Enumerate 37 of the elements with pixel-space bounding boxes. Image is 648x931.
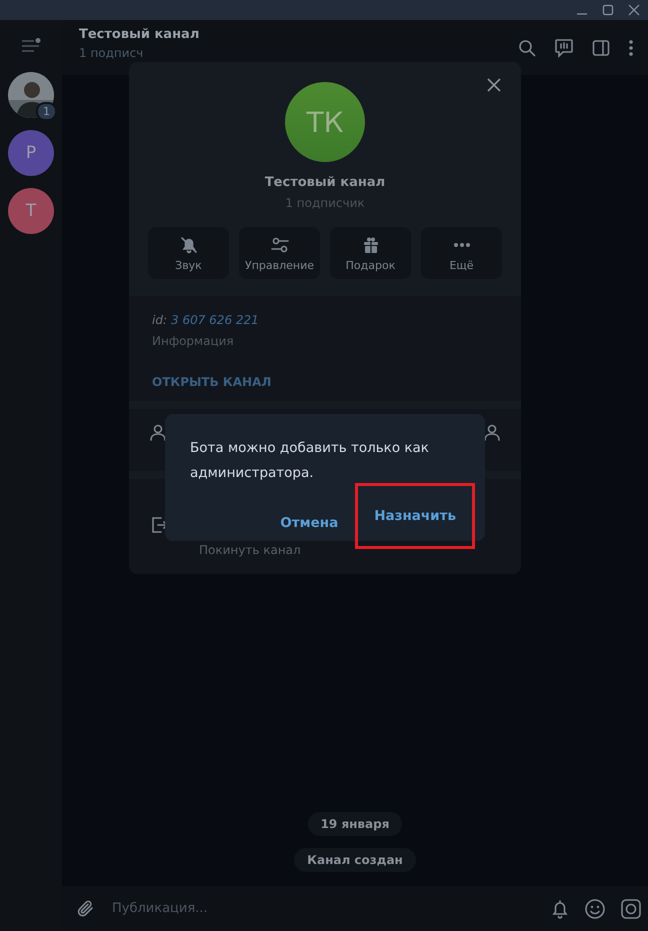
chat-subtitle: 1 подписч [79,46,144,60]
sliders-icon [270,234,290,254]
bell-icon[interactable] [550,898,570,918]
service-message: 19 января [308,812,402,836]
message-input[interactable]: Публикация... [110,900,536,917]
leave-channel-label[interactable]: Покинуть канал [199,543,301,557]
unread-badge: 1 [36,102,57,121]
person-icon [149,423,167,441]
action-button[interactable]: Звук [148,227,229,279]
id-label: id: [152,313,167,327]
action-button[interactable]: Подарок [330,227,411,279]
channel-name: Тестовый канал [264,175,386,190]
camera-icon[interactable] [620,898,642,920]
info-caption: Информация [152,334,235,348]
emoji-icon[interactable] [584,898,606,920]
action-button[interactable]: Управление [239,227,320,279]
search-icon[interactable] [518,38,536,56]
more-vertical-icon[interactable] [628,38,634,56]
muted-bell-icon [178,234,198,254]
action-button[interactable]: Ещё [421,227,502,279]
open-channel-link[interactable]: ОТКРЫТЬ КАНАЛ [152,375,498,389]
subscriber-count: 1 подписчик [285,196,365,210]
sidebar-toggle-icon[interactable] [592,38,610,56]
more-icon [454,242,470,246]
chat-avatar[interactable]: Р [8,130,54,176]
close-icon[interactable] [628,4,640,16]
maximize-icon[interactable] [602,4,614,16]
dialog-button[interactable]: Назначить [358,486,472,546]
chat-bubble-icon[interactable] [554,38,574,58]
channel-id[interactable]: 3 607 626 221 [171,313,259,327]
dialog-message: Бота можно добавить только как администратора. [190,439,430,483]
chat-title: Тестовый канал [79,27,200,42]
person-icon [483,423,501,441]
menu-icon[interactable] [21,38,41,52]
service-message: Канал создан [294,848,416,872]
channel-avatar: ТК [285,82,365,162]
dialog-button[interactable]: Отмена [274,500,344,546]
